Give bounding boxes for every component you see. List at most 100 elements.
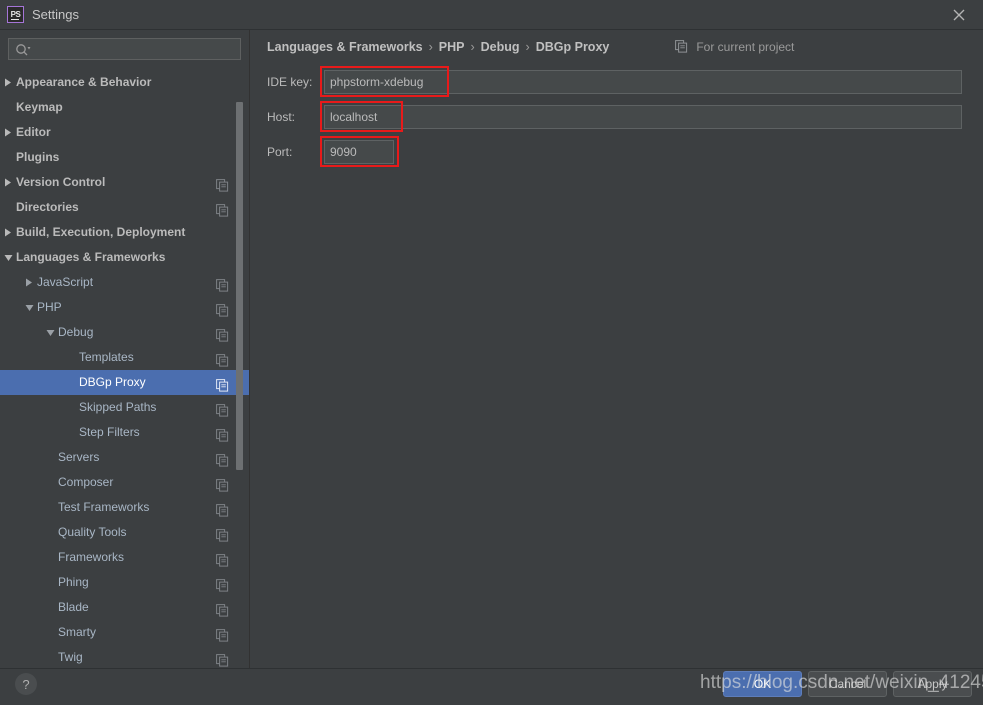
sidebar-item-label: Servers — [58, 445, 99, 470]
for-current-project-label: For current project — [675, 38, 794, 56]
form-row-host: Host: — [250, 105, 983, 129]
sidebar-item-label: Directories — [16, 195, 79, 220]
breadcrumb-item[interactable]: Languages & Frameworks — [267, 40, 423, 54]
copy-scope-icon — [216, 376, 229, 389]
copy-scope-icon — [216, 501, 229, 514]
phpstorm-logo-icon: PS — [7, 6, 24, 23]
copy-scope-icon — [216, 576, 229, 589]
ide-key-label: IDE key: — [267, 70, 312, 94]
sidebar-item-phing[interactable]: Phing — [0, 570, 249, 595]
sidebar-item-label: Editor — [16, 120, 51, 145]
sidebar-item-label: Build, Execution, Deployment — [16, 220, 185, 245]
sidebar-item-label: DBGp Proxy — [79, 370, 146, 395]
copy-scope-icon — [216, 351, 229, 364]
sidebar-item-keymap[interactable]: Keymap — [0, 95, 249, 120]
sidebar-item-label: Plugins — [16, 145, 59, 170]
sidebar-item-directories[interactable]: Directories — [0, 195, 249, 220]
chevron-right-icon[interactable] — [1, 170, 15, 195]
breadcrumb-separator: › — [423, 40, 439, 54]
search-input[interactable] — [35, 39, 239, 61]
copy-scope-icon — [216, 551, 229, 564]
copy-scope-icon — [216, 601, 229, 614]
ide-key-input[interactable] — [324, 70, 962, 94]
port-input[interactable] — [324, 140, 394, 164]
sidebar-item-languages-frameworks[interactable]: Languages & Frameworks — [0, 245, 249, 270]
copy-scope-icon — [216, 451, 229, 464]
sidebar-item-servers[interactable]: Servers — [0, 445, 249, 470]
breadcrumb-separator: › — [464, 40, 480, 54]
chevron-right-icon[interactable] — [1, 120, 15, 145]
settings-sidebar: Appearance & BehaviorKeymapEditorPlugins… — [0, 30, 249, 668]
sidebar-item-plugins[interactable]: Plugins — [0, 145, 249, 170]
form-row-ide-key: IDE key: — [250, 70, 983, 94]
sidebar-item-composer[interactable]: Composer — [0, 470, 249, 495]
for-current-project-text: For current project — [696, 40, 794, 54]
copy-scope-icon — [216, 326, 229, 339]
breadcrumb-item[interactable]: Debug — [481, 40, 520, 54]
sidebar-item-label: Templates — [79, 345, 134, 370]
port-label: Port: — [267, 140, 292, 164]
sidebar-item-step-filters[interactable]: Step Filters — [0, 420, 249, 445]
ok-button[interactable]: OK — [723, 671, 802, 697]
breadcrumb-item[interactable]: DBGp Proxy — [536, 40, 610, 54]
chevron-right-icon[interactable] — [1, 70, 15, 95]
sidebar-item-editor[interactable]: Editor — [0, 120, 249, 145]
window-title: Settings — [32, 7, 79, 22]
chevron-down-icon[interactable] — [43, 320, 57, 345]
close-icon[interactable] — [948, 5, 970, 25]
search-icon — [15, 43, 31, 57]
sidebar-item-label: Skipped Paths — [79, 395, 156, 420]
host-label: Host: — [267, 105, 295, 129]
help-button[interactable]: ? — [15, 673, 37, 695]
copy-scope-icon — [216, 301, 229, 314]
sidebar-item-skipped-paths[interactable]: Skipped Paths — [0, 395, 249, 420]
sidebar-item-label: Test Frameworks — [58, 495, 149, 520]
copy-scope-icon — [216, 476, 229, 489]
settings-tree[interactable]: Appearance & BehaviorKeymapEditorPlugins… — [0, 70, 249, 668]
search-box[interactable] — [8, 38, 241, 60]
sidebar-item-frameworks[interactable]: Frameworks — [0, 545, 249, 570]
chevron-right-icon[interactable] — [1, 220, 15, 245]
sidebar-item-version-control[interactable]: Version Control — [0, 170, 249, 195]
sidebar-item-label: Keymap — [16, 95, 63, 120]
host-input[interactable] — [324, 105, 962, 129]
copy-scope-icon — [216, 176, 229, 189]
chevron-right-icon[interactable] — [22, 270, 36, 295]
chevron-down-icon[interactable] — [22, 295, 36, 320]
cancel-button[interactable]: Cancel — [808, 671, 887, 697]
sidebar-item-test-frameworks[interactable]: Test Frameworks — [0, 495, 249, 520]
copy-scope-icon — [216, 201, 229, 214]
sidebar-item-blade[interactable]: Blade — [0, 595, 249, 620]
sidebar-item-templates[interactable]: Templates — [0, 345, 249, 370]
breadcrumb-item[interactable]: PHP — [439, 40, 465, 54]
copy-scope-icon — [216, 651, 229, 664]
breadcrumb-separator: › — [520, 40, 536, 54]
sidebar-item-label: Appearance & Behavior — [16, 70, 151, 95]
sidebar-item-label: Blade — [58, 595, 89, 620]
chevron-down-icon[interactable] — [1, 245, 15, 270]
sidebar-item-label: Quality Tools — [58, 520, 126, 545]
sidebar-item-label: Phing — [58, 570, 89, 595]
sidebar-item-javascript[interactable]: JavaScript — [0, 270, 249, 295]
sidebar-item-label: Debug — [58, 320, 93, 345]
sidebar-item-label: Frameworks — [58, 545, 124, 570]
dialog-bottom-bar: ? OK Cancel Apply — [0, 668, 983, 705]
sidebar-item-build-execution-deployment[interactable]: Build, Execution, Deployment — [0, 220, 249, 245]
sidebar-item-quality-tools[interactable]: Quality Tools — [0, 520, 249, 545]
copy-scope-icon — [216, 426, 229, 439]
copy-scope-icon — [216, 526, 229, 539]
copy-scope-icon — [216, 276, 229, 289]
sidebar-scrollbar-thumb[interactable] — [236, 102, 243, 470]
title-bar: PS Settings — [0, 0, 983, 30]
sidebar-item-debug[interactable]: Debug — [0, 320, 249, 345]
sidebar-item-appearance-behavior[interactable]: Appearance & Behavior — [0, 70, 249, 95]
sidebar-item-smarty[interactable]: Smarty — [0, 620, 249, 645]
sidebar-item-twig[interactable]: Twig — [0, 645, 249, 668]
sidebar-item-dbgp-proxy[interactable]: DBGp Proxy — [0, 370, 249, 395]
sidebar-item-label: Languages & Frameworks — [16, 245, 165, 270]
breadcrumb: Languages & Frameworks›PHP›Debug›DBGp Pr… — [267, 38, 609, 56]
apply-button[interactable]: Apply — [893, 671, 972, 697]
sidebar-item-php[interactable]: PHP — [0, 295, 249, 320]
copy-scope-icon — [216, 401, 229, 414]
sidebar-item-label: Twig — [58, 645, 83, 668]
